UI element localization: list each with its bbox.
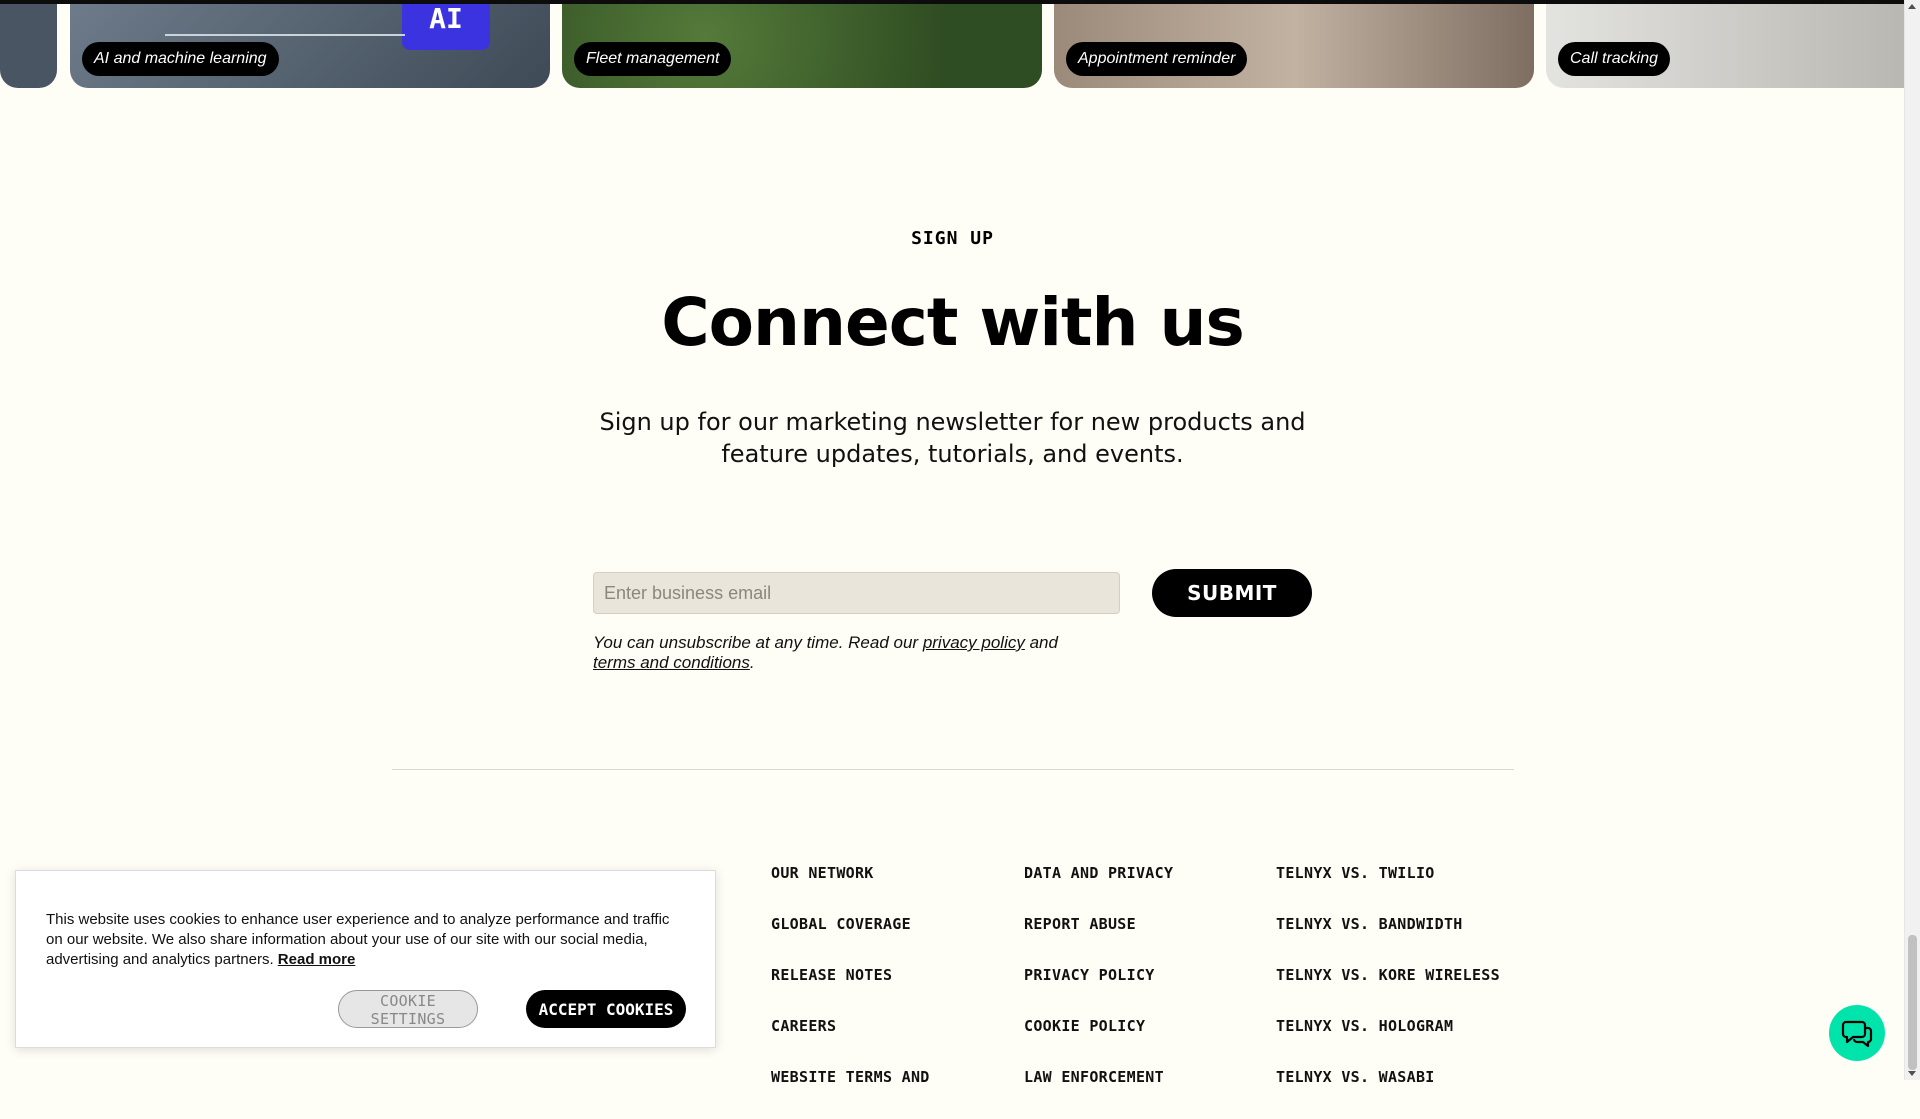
footer-link[interactable]: REPORT ABUSE (1024, 915, 1173, 966)
footer-link[interactable]: TELNYX VS. BANDWIDTH (1276, 915, 1500, 966)
carousel-card-label: Appointment reminder (1066, 42, 1248, 76)
footer-link[interactable]: CAREERS (771, 1017, 930, 1068)
cookie-settings-button[interactable]: COOKIE SETTINGS (338, 990, 478, 1028)
footer-column-legal: DATA AND PRIVACY REPORT ABUSE PRIVACY PO… (1024, 864, 1173, 1119)
footer-link[interactable]: PRIVACY POLICY (1024, 966, 1173, 1017)
chat-bubbles-icon (1841, 1020, 1873, 1048)
signup-headline: Connect with us (661, 284, 1245, 361)
privacy-policy-link[interactable]: privacy policy (923, 633, 1025, 652)
signup-eyebrow: SIGN UP (911, 228, 994, 249)
cookie-banner: This website uses cookies to enhance use… (15, 870, 716, 1048)
submit-button[interactable]: SUBMIT (1152, 569, 1312, 617)
legal-mid: and (1024, 633, 1058, 652)
carousel-card-label: Call tracking (1558, 42, 1671, 76)
terms-link[interactable]: terms and conditions (593, 653, 750, 672)
footer-link[interactable]: OUR NETWORK (771, 864, 930, 915)
footer-link[interactable]: TELNYX VS. WASABI (1276, 1068, 1500, 1119)
footer-link[interactable]: RELEASE NOTES (771, 966, 930, 1017)
carousel-card-call-tracking[interactable]: Call tracking (1546, 4, 1906, 88)
footer-link[interactable]: LAW ENFORCEMENT (1024, 1068, 1173, 1119)
cookie-text: This website uses cookies to enhance use… (46, 911, 670, 968)
scrollbar-thumb[interactable] (1908, 935, 1917, 1070)
carousel-card-label: AI and machine learning (82, 42, 279, 76)
footer-column-compare: TELNYX VS. TWILIO TELNYX VS. BANDWIDTH T… (1276, 864, 1500, 1119)
carousel-card-partial[interactable] (0, 4, 57, 88)
carousel-card-fleet[interactable]: Fleet management (562, 4, 1042, 88)
email-field[interactable] (593, 572, 1120, 614)
legal-suffix: . (749, 653, 755, 672)
carousel-card-appointment[interactable]: Appointment reminder (1054, 4, 1534, 88)
carousel-card-ai[interactable]: AI AI and machine learning (70, 4, 550, 88)
footer-link[interactable]: COOKIE POLICY (1024, 1017, 1173, 1068)
footer-link[interactable]: GLOBAL COVERAGE (771, 915, 930, 966)
footer-column-company: OUR NETWORK GLOBAL COVERAGE RELEASE NOTE… (771, 864, 930, 1119)
carousel-card-label: Fleet management (574, 42, 732, 76)
cookie-message: This website uses cookies to enhance use… (46, 910, 671, 970)
footer-link[interactable]: TELNYX VS. HOLOGRAM (1276, 1017, 1500, 1068)
circuit-line (165, 34, 405, 36)
ai-badge: AI (402, 4, 490, 50)
legal-prefix: You can unsubscribe at any time. Read ou… (593, 633, 923, 652)
read-more-link[interactable]: Read more (278, 951, 356, 968)
footer-link[interactable]: DATA AND PRIVACY (1024, 864, 1173, 915)
accept-cookies-button[interactable]: ACCEPT COOKIES (526, 990, 686, 1028)
scroll-down-arrow-icon[interactable] (1908, 1071, 1916, 1076)
signup-description: Sign up for our marketing newsletter for… (599, 408, 1306, 468)
page-scrollbar[interactable] (1904, 0, 1920, 1080)
scroll-up-arrow-icon[interactable] (1908, 4, 1916, 9)
footer-link[interactable]: TELNYX VS. TWILIO (1276, 864, 1500, 915)
footer-link[interactable]: TELNYX VS. KORE WIRELESS (1276, 966, 1500, 1017)
chat-button[interactable] (1829, 1005, 1885, 1061)
footer-link[interactable]: WEBSITE TERMS AND (771, 1068, 930, 1119)
section-divider (392, 769, 1514, 770)
legal-notice: You can unsubscribe at any time. Read ou… (593, 633, 1093, 673)
